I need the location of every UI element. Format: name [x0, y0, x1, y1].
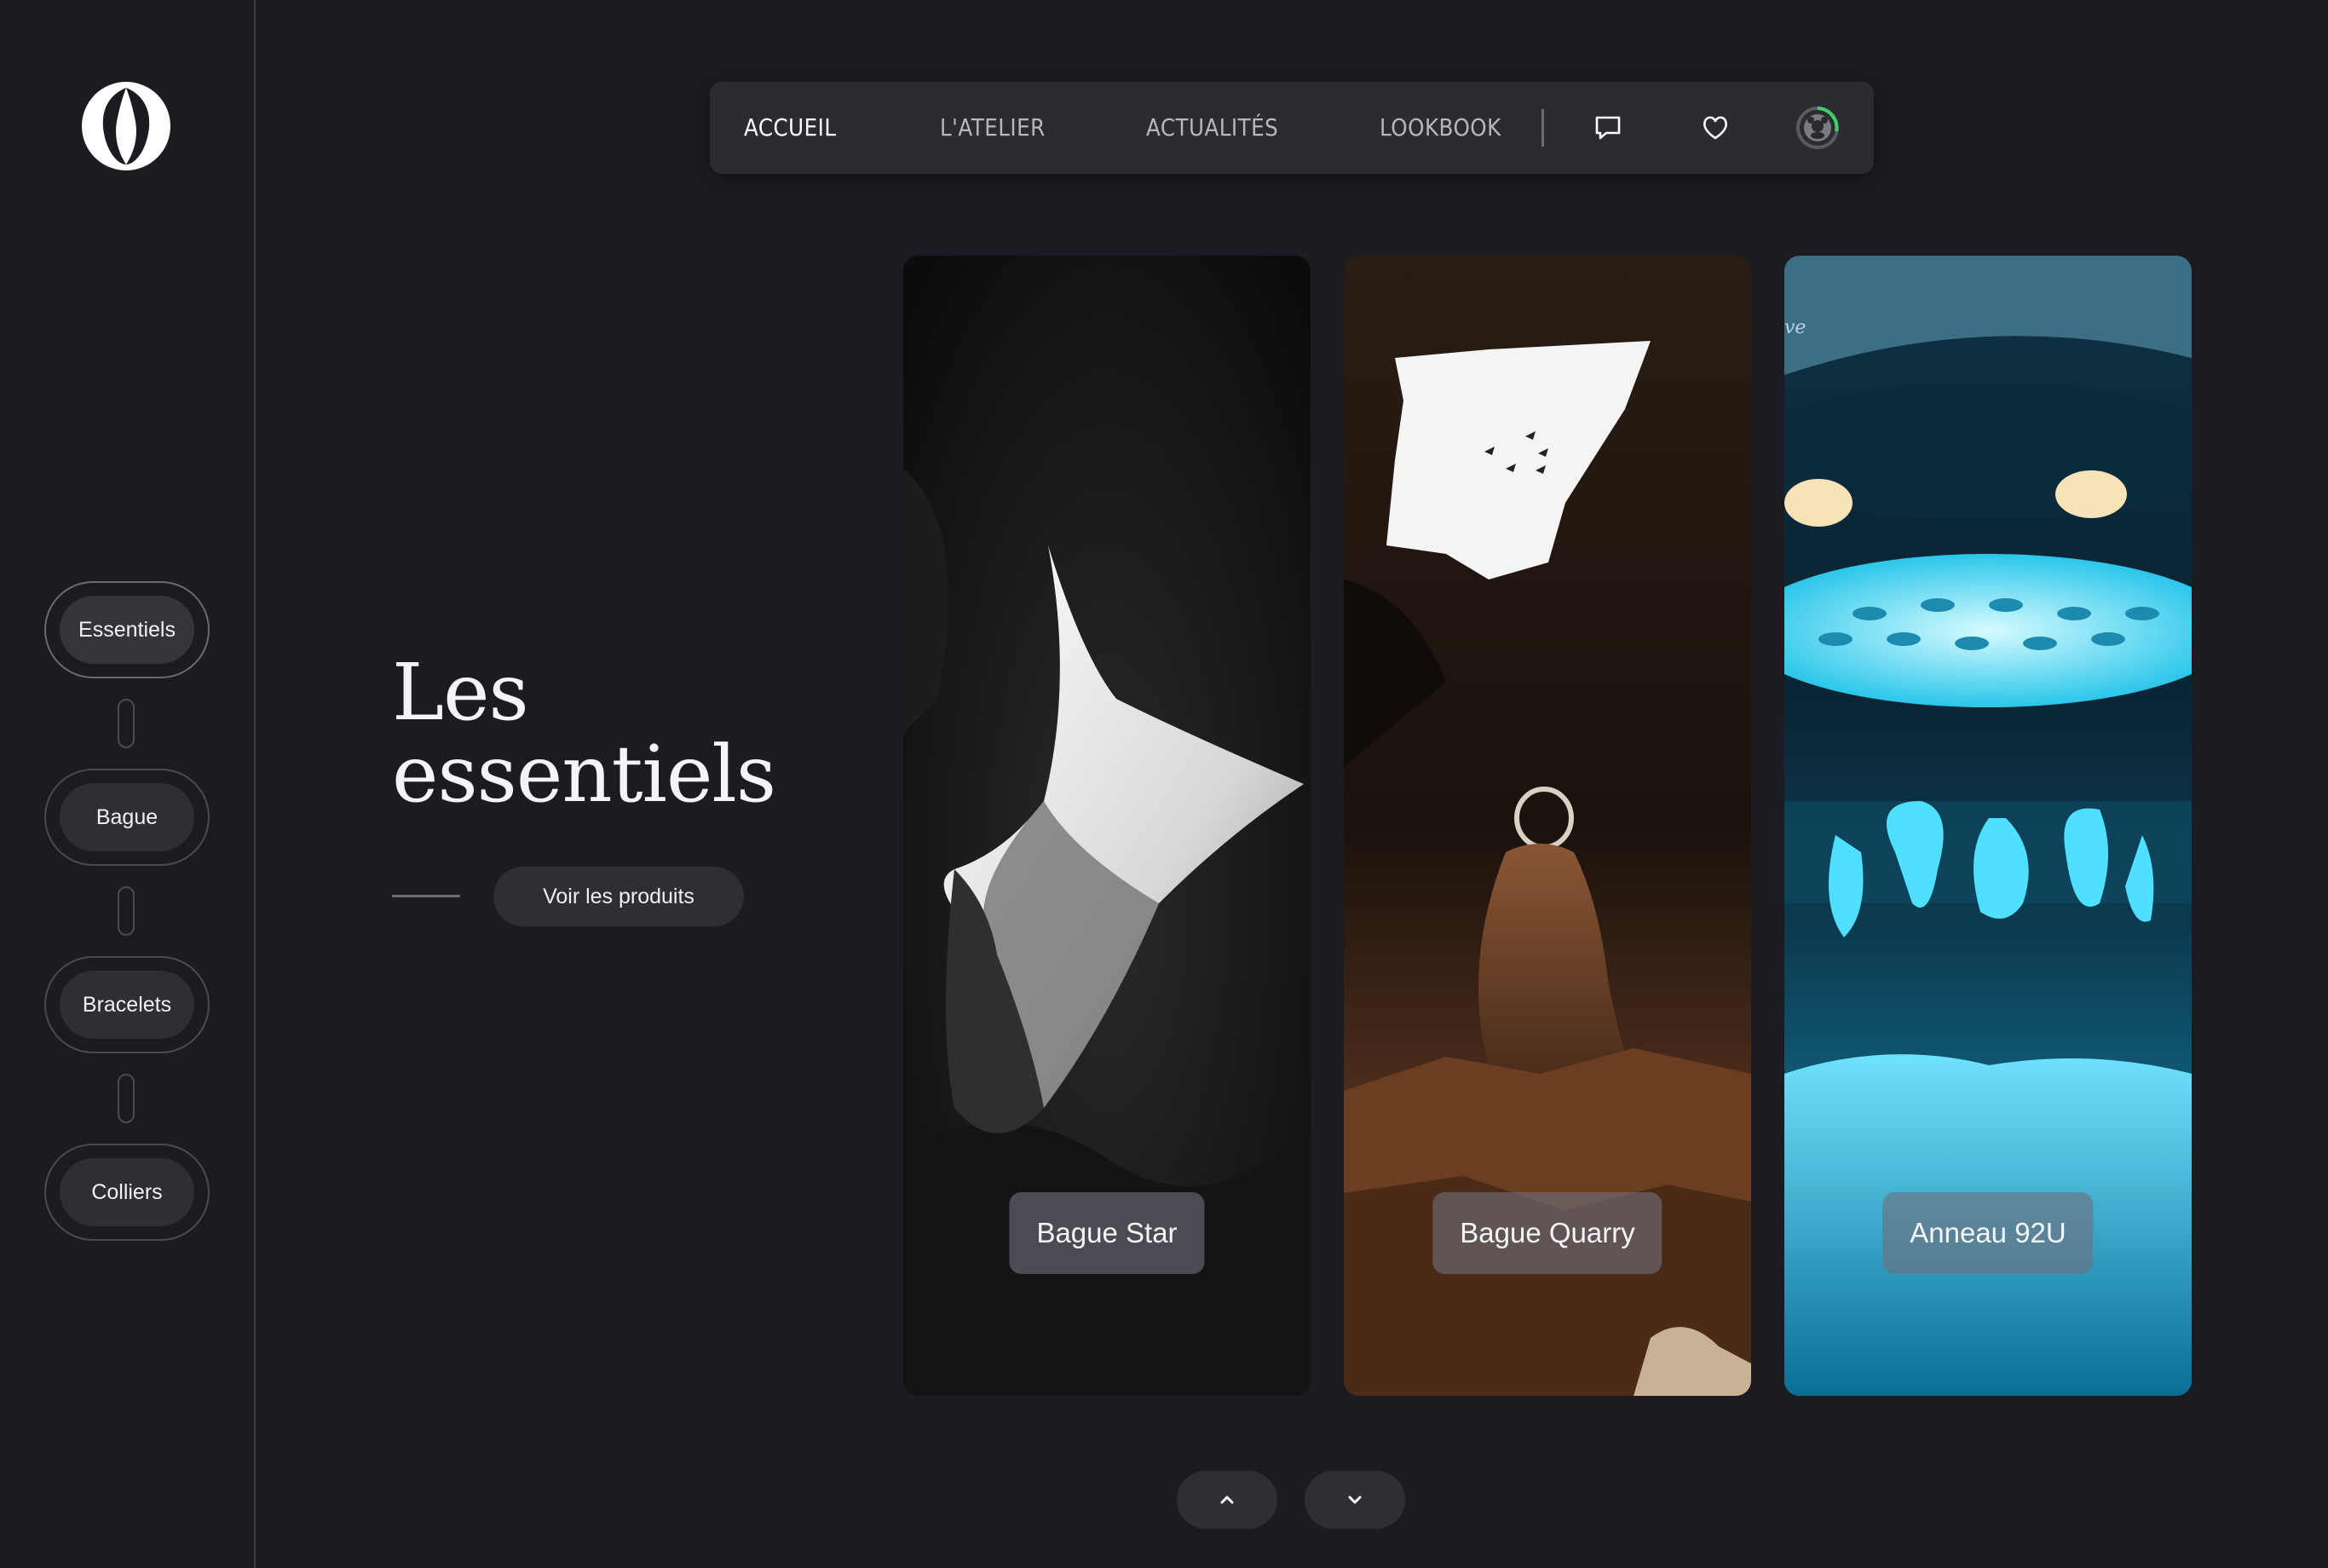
nav-item-accueil[interactable]: ACCUEIL [744, 82, 837, 174]
nav-item-lookbook[interactable]: LOOKBOOK [1380, 82, 1501, 174]
sidebar: Essentiels Bague Bracelets Colliers [0, 0, 256, 1568]
card-label: Bague Star [1009, 1192, 1205, 1274]
decorative-line [392, 895, 460, 897]
nav-item-actualites[interactable]: ACTUALITÉS [1146, 82, 1278, 174]
page-title: Les essentiels [392, 652, 776, 816]
view-products-button[interactable]: Voir les produits [493, 867, 744, 926]
scroll-down-button[interactable] [1305, 1471, 1405, 1529]
category-bracelets[interactable]: Bracelets [44, 956, 210, 1053]
ring-logo-icon[interactable] [79, 79, 173, 173]
chevron-down-icon [1348, 1496, 1362, 1504]
category-label[interactable]: Colliers [60, 1158, 194, 1226]
category-label[interactable]: Bracelets [60, 971, 194, 1039]
nav-item-atelier[interactable]: L'ATELIER [940, 82, 1046, 174]
category-bague[interactable]: Bague [44, 769, 210, 866]
scroll-up-button[interactable] [1177, 1471, 1277, 1529]
connector [118, 886, 135, 936]
nav-divider [1541, 109, 1544, 147]
title-line-2: essentiels [392, 729, 776, 820]
connector [118, 1074, 135, 1123]
product-card-bague-quarry[interactable]: Bague Quarry [1344, 256, 1751, 1396]
category-colliers[interactable]: Colliers [44, 1144, 210, 1241]
product-card-anneau-92u[interactable]: ve Anneau 92U [1784, 256, 2192, 1396]
chevron-up-icon [1220, 1496, 1234, 1504]
card-label: Bague Quarry [1432, 1192, 1662, 1274]
product-card-bague-star[interactable]: Bague Star [903, 256, 1311, 1396]
category-label[interactable]: Bague [60, 783, 194, 851]
avatar-icon[interactable] [1795, 106, 1840, 150]
category-label[interactable]: Essentiels [60, 596, 194, 664]
connector [118, 699, 135, 748]
category-essentiels[interactable]: Essentiels [44, 581, 210, 678]
card-side-text: ve [1784, 317, 1807, 338]
top-nav: ACCUEIL L'ATELIER ACTUALITÉS LOOKBOOK [710, 82, 1874, 174]
card-label: Anneau 92U [1882, 1192, 2094, 1274]
heart-icon[interactable] [1693, 106, 1737, 150]
chat-bubble-icon[interactable] [1586, 106, 1630, 150]
title-line-1: Les [392, 647, 529, 738]
